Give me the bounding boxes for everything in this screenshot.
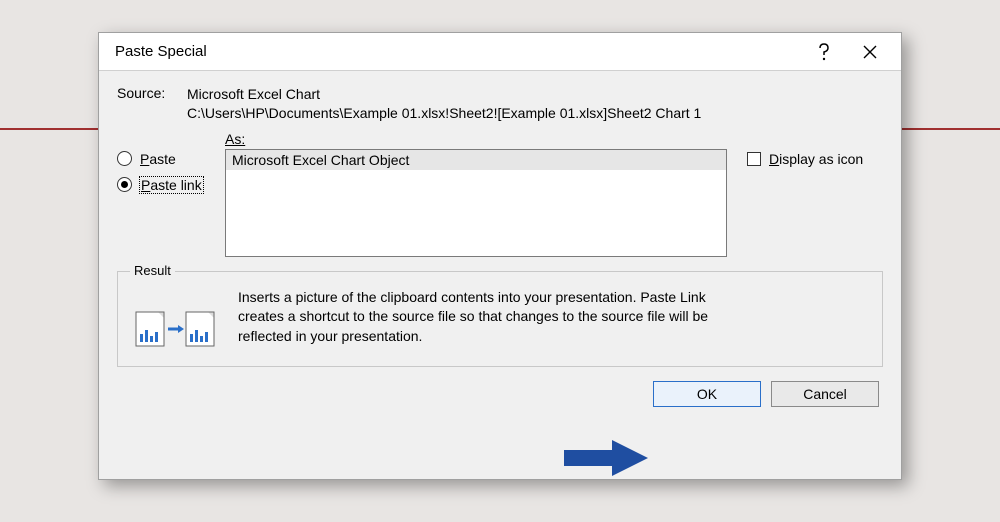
paste-special-dialog: Paste Special Source: Microsoft Excel Ch…: [98, 32, 902, 480]
main-row: Paste Paste link As: Microsoft Excel Cha…: [117, 131, 883, 257]
radio-icon: [117, 151, 132, 166]
checkbox-icon: [747, 152, 761, 166]
result-inner: Inserts a picture of the clipboard conte…: [134, 288, 866, 350]
help-button[interactable]: [801, 33, 847, 71]
help-icon: [818, 43, 830, 61]
right-column: Display as icon: [727, 131, 883, 167]
radio-paste-link[interactable]: Paste link: [117, 177, 225, 193]
paste-mode-group: Paste Paste link: [117, 131, 225, 193]
result-legend: Result: [130, 263, 175, 278]
as-column: As: Microsoft Excel Chart Object: [225, 131, 727, 257]
close-button[interactable]: [847, 33, 893, 71]
radio-paste-label: Paste: [140, 151, 176, 167]
button-row: OK Cancel: [117, 381, 883, 407]
cancel-button[interactable]: Cancel: [771, 381, 879, 407]
source-label: Source:: [117, 85, 187, 101]
title-bar: Paste Special: [99, 33, 901, 71]
ok-button[interactable]: OK: [653, 381, 761, 407]
source-line-2: C:\Users\HP\Documents\Example 01.xlsx!Sh…: [187, 105, 701, 121]
display-as-icon-row[interactable]: Display as icon: [747, 151, 883, 167]
radio-paste[interactable]: Paste: [117, 151, 225, 167]
source-row: Source: Microsoft Excel Chart C:\Users\H…: [117, 85, 883, 123]
source-text: Microsoft Excel Chart C:\Users\HP\Docume…: [187, 85, 883, 123]
dialog-title: Paste Special: [115, 43, 801, 60]
dialog-content: Source: Microsoft Excel Chart C:\Users\H…: [99, 71, 901, 417]
paste-link-icon: [134, 302, 218, 350]
as-listbox[interactable]: Microsoft Excel Chart Object: [225, 149, 727, 257]
close-icon: [863, 45, 877, 59]
result-description: Inserts a picture of the clipboard conte…: [238, 288, 718, 347]
source-line-1: Microsoft Excel Chart: [187, 86, 320, 102]
as-label: As:: [225, 131, 727, 147]
list-item[interactable]: Microsoft Excel Chart Object: [226, 150, 726, 170]
radio-paste-link-label: Paste link: [140, 177, 203, 193]
radio-icon: [117, 177, 132, 192]
result-box: Result: [117, 271, 883, 367]
display-as-icon-label: Display as icon: [769, 151, 863, 167]
